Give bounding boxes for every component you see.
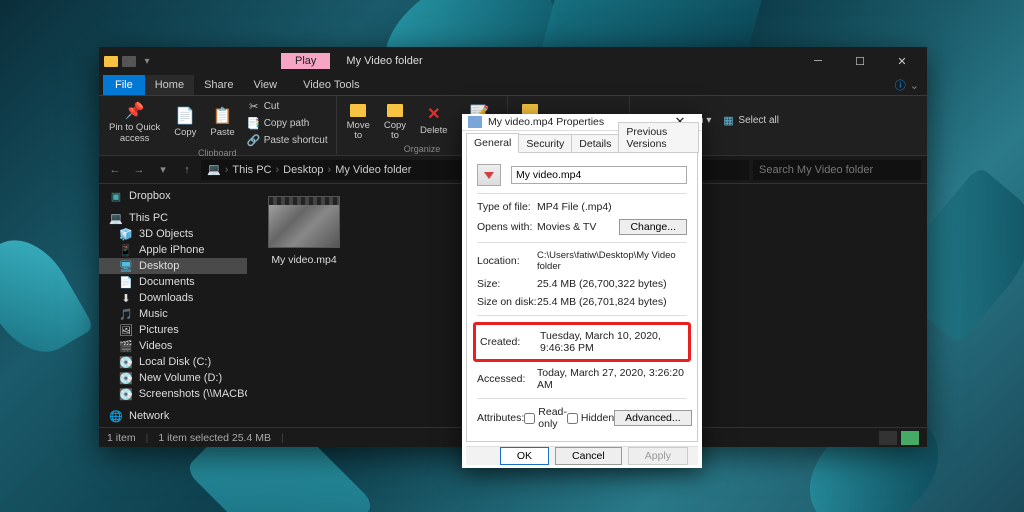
sidebar-item-downloads[interactable]: ⬇Downloads xyxy=(99,290,247,306)
sidebar-item-thispc[interactable]: 💻This PC xyxy=(99,210,247,226)
minimize-button[interactable]: ─ xyxy=(797,47,839,75)
accessed-value: Today, March 27, 2020, 3:26:20 AM xyxy=(537,367,687,391)
tab-security[interactable]: Security xyxy=(518,134,572,153)
tab-file[interactable]: File xyxy=(103,75,145,95)
contextual-tab-play[interactable]: Play xyxy=(281,53,330,69)
sidebar-item-network[interactable]: 🌐Network xyxy=(99,408,247,424)
file-type-icon xyxy=(477,164,501,186)
copy-to-button[interactable]: Copy to xyxy=(380,98,410,144)
size-on-disk-value: 25.4 MB (26,701,824 bytes) xyxy=(537,296,687,308)
status-count: 1 item xyxy=(107,432,136,444)
sidebar-item-iphone[interactable]: 📱Apple iPhone xyxy=(99,242,247,258)
sidebar-item-3dobjects[interactable]: 🧊3D Objects xyxy=(99,226,247,242)
created-value: Tuesday, March 10, 2020, 9:46:36 PM xyxy=(540,330,684,354)
close-button[interactable]: ✕ xyxy=(881,47,923,75)
help-icon[interactable]: ⓘ⌄ xyxy=(895,77,927,93)
copy-button[interactable]: 📄Copy xyxy=(170,105,200,140)
type-of-file-value: MP4 File (.mp4) xyxy=(537,201,687,213)
sidebar-item-dropbox[interactable]: ▣Dropbox xyxy=(99,188,247,204)
sidebar-item-desktop[interactable]: 🖥Desktop xyxy=(99,258,247,274)
filename-input[interactable] xyxy=(511,166,687,184)
tab-previous-versions[interactable]: Previous Versions xyxy=(618,122,699,153)
view-details-icon[interactable] xyxy=(879,431,897,445)
change-button[interactable]: Change... xyxy=(619,219,687,235)
file-label: My video.mp4 xyxy=(271,254,336,266)
tab-home[interactable]: Home xyxy=(145,75,194,95)
status-selected: 1 item selected 25.4 MB xyxy=(158,432,271,444)
tab-details[interactable]: Details xyxy=(571,134,619,153)
opens-with-value: Movies & TV xyxy=(537,221,619,233)
back-button[interactable]: ← xyxy=(105,160,125,180)
pc-icon: 💻 xyxy=(207,163,221,176)
tab-video-tools[interactable]: Video Tools xyxy=(293,75,369,95)
maximize-button[interactable]: ☐ xyxy=(839,47,881,75)
qat-icon[interactable] xyxy=(121,54,137,68)
sidebar-item-videos[interactable]: 🎬Videos xyxy=(99,338,247,354)
tab-share[interactable]: Share xyxy=(194,75,243,95)
delete-button[interactable]: ✕Delete xyxy=(416,103,451,138)
window-title: My Video folder xyxy=(346,55,422,67)
dialog-icon xyxy=(468,116,482,128)
forward-button[interactable]: → xyxy=(129,160,149,180)
cut-button[interactable]: ✂Cut xyxy=(245,98,330,114)
sidebar-item-pictures[interactable]: 🖼Pictures xyxy=(99,322,247,338)
sidebar-item-documents[interactable]: 📄Documents xyxy=(99,274,247,290)
dialog-tabs: General Security Details Previous Versio… xyxy=(462,131,702,153)
tab-general[interactable]: General xyxy=(466,133,519,153)
video-thumbnail-icon xyxy=(268,196,340,248)
up-button[interactable]: ↑ xyxy=(177,160,197,180)
apply-button[interactable]: Apply xyxy=(628,447,688,465)
readonly-checkbox[interactable]: Read-only xyxy=(524,406,567,430)
ok-button[interactable]: OK xyxy=(500,447,549,465)
sidebar-item-music[interactable]: 🎵Music xyxy=(99,306,247,322)
sidebar-item-localdisk[interactable]: 💽Local Disk (C:) xyxy=(99,354,247,370)
view-large-icon[interactable] xyxy=(901,431,919,445)
paste-button[interactable]: 📋Paste xyxy=(206,105,238,140)
ribbon-tabs: File Home Share View Video Tools ⓘ⌄ xyxy=(99,75,927,96)
paste-shortcut-button[interactable]: 🔗Paste shortcut xyxy=(245,132,330,148)
pin-button[interactable]: 📌Pin to Quick access xyxy=(105,100,164,146)
sidebar-item-newvolume[interactable]: 💽New Volume (D:) xyxy=(99,370,247,386)
sidebar: ▣Dropbox 💻This PC 🧊3D Objects 📱Apple iPh… xyxy=(99,184,247,427)
select-all-button[interactable]: ▦Select all xyxy=(719,112,781,128)
sidebar-item-screenshots[interactable]: 💽Screenshots (\\MACBOOK... xyxy=(99,386,247,402)
folder-icon xyxy=(103,54,119,68)
file-item[interactable]: My video.mp4 xyxy=(259,196,349,266)
location-value: C:\Users\fatiw\Desktop\My Video folder xyxy=(537,250,687,272)
qat-dropdown-icon[interactable]: ▾ xyxy=(139,54,155,68)
cancel-button[interactable]: Cancel xyxy=(555,447,622,465)
created-row-highlight: Created:Tuesday, March 10, 2020, 9:46:36… xyxy=(473,322,691,362)
search-input[interactable]: Search My Video folder xyxy=(753,160,921,180)
tab-view[interactable]: View xyxy=(243,75,287,95)
advanced-button[interactable]: Advanced... xyxy=(614,410,691,426)
copy-path-button[interactable]: 📑Copy path xyxy=(245,115,330,131)
titlebar: ▾ Play My Video folder ─ ☐ ✕ xyxy=(99,47,927,75)
dialog-title: My video.mp4 Properties xyxy=(488,116,604,128)
recent-button[interactable]: ▾ xyxy=(153,160,173,180)
hidden-checkbox[interactable]: Hidden xyxy=(567,412,614,424)
move-to-button[interactable]: Move to xyxy=(343,98,374,144)
size-value: 25.4 MB (26,700,322 bytes) xyxy=(537,278,687,290)
properties-dialog: My video.mp4 Properties ✕ General Securi… xyxy=(462,114,702,468)
